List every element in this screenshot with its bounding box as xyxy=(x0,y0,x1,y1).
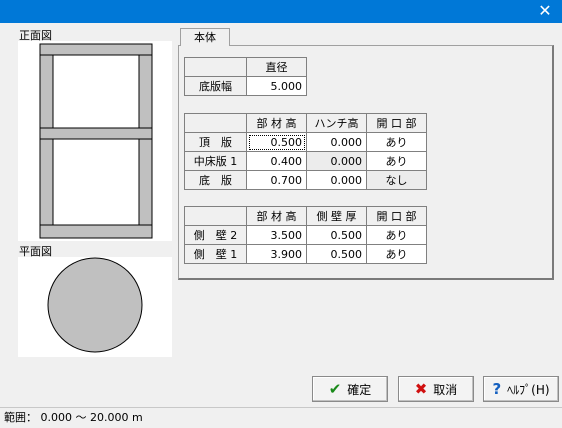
haunch-height-cell[interactable]: 0.000 xyxy=(306,132,367,152)
base-width-table: 直径 底版幅 5.000 xyxy=(184,57,307,96)
plan-view-panel xyxy=(18,257,172,357)
close-icon[interactable]: ✕ xyxy=(536,2,554,20)
table-header-row: 部 材 高 ハンチ高 開 口 部 xyxy=(184,113,427,133)
column-header: 開 口 部 xyxy=(366,206,427,226)
haunch-height-cell[interactable]: 0.000 xyxy=(306,170,367,190)
slab-table: 部 材 高 ハンチ高 開 口 部 頂 版 0.500 0.000 あり 中床版 … xyxy=(184,113,427,190)
member-height-cell[interactable]: 3.500 xyxy=(246,225,307,245)
right-wall-upper xyxy=(138,54,153,129)
table-row: 底 版 0.700 0.000 なし xyxy=(184,170,427,190)
opening-cell[interactable]: あり xyxy=(366,132,427,152)
member-height-cell[interactable]: 0.700 xyxy=(246,170,307,190)
column-header: ハンチ高 xyxy=(306,113,367,133)
cancel-button[interactable]: ✖ 取消 xyxy=(398,376,474,402)
base-width-label: 底版幅 xyxy=(184,76,247,96)
top-slab xyxy=(39,43,153,56)
table-row: 側 壁 1 3.900 0.500 あり xyxy=(184,244,427,264)
confirm-button-label: 確定 xyxy=(347,382,372,397)
question-icon: ? xyxy=(492,379,502,398)
haunch-height-cell[interactable]: 0.000 xyxy=(306,151,367,171)
x-icon: ✖ xyxy=(414,379,428,398)
base-width-value[interactable]: 5.000 xyxy=(246,76,307,96)
plan-view-drawing xyxy=(47,257,143,353)
opening-cell[interactable]: あり xyxy=(366,151,427,171)
middle-slab xyxy=(39,127,153,140)
confirm-button[interactable]: ✔ 確定 xyxy=(312,376,388,402)
front-view-drawing xyxy=(39,43,153,239)
front-view-panel xyxy=(18,41,172,241)
table-header-row: 部 材 高 側 壁 厚 開 口 部 xyxy=(184,206,427,226)
cancel-button-label: 取消 xyxy=(433,382,458,397)
member-height-cell[interactable]: 0.500 xyxy=(246,132,307,152)
member-height-cell[interactable]: 3.900 xyxy=(246,244,307,264)
row-label: 頂 版 xyxy=(184,132,247,152)
help-button[interactable]: ? ﾍﾙﾌﾟ(H) xyxy=(483,376,559,402)
check-icon: ✔ xyxy=(328,379,342,398)
table-row: 頂 版 0.500 0.000 あり xyxy=(184,132,427,152)
opening-cell[interactable]: なし xyxy=(366,170,427,190)
left-wall-upper xyxy=(39,54,54,129)
column-header: 側 壁 厚 xyxy=(306,206,367,226)
title-bar: ✕ xyxy=(0,0,562,23)
table-row: 側 壁 2 3.500 0.500 あり xyxy=(184,225,427,245)
row-label: 側 壁 2 xyxy=(184,225,247,245)
wall-table: 部 材 高 側 壁 厚 開 口 部 側 壁 2 3.500 0.500 あり 側… xyxy=(184,206,427,264)
member-height-cell[interactable]: 0.400 xyxy=(246,151,307,171)
status-bar: 範囲： 0.000 ～ 20.000 m xyxy=(0,407,562,428)
wall-thickness-cell[interactable]: 0.500 xyxy=(306,225,367,245)
left-wall-lower xyxy=(39,138,54,226)
range-status-text: 範囲： 0.000 ～ 20.000 m xyxy=(4,411,143,424)
row-label: 底 版 xyxy=(184,170,247,190)
diameter-header: 直径 xyxy=(246,57,307,77)
row-label: 中床版 1 xyxy=(184,151,247,171)
column-header: 部 材 高 xyxy=(246,113,307,133)
row-label: 側 壁 1 xyxy=(184,244,247,264)
right-wall-lower xyxy=(138,138,153,226)
column-header: 部 材 高 xyxy=(246,206,307,226)
plan-circle xyxy=(47,257,143,353)
column-header: 開 口 部 xyxy=(366,113,427,133)
help-button-label: ﾍﾙﾌﾟ(H) xyxy=(507,382,550,397)
wall-thickness-cell[interactable]: 0.500 xyxy=(306,244,367,264)
opening-cell[interactable]: あり xyxy=(366,225,427,245)
tab-main-body[interactable]: 本体 xyxy=(180,28,230,46)
table-row: 中床版 1 0.400 0.000 あり xyxy=(184,151,427,171)
opening-cell[interactable]: あり xyxy=(366,244,427,264)
bottom-slab xyxy=(39,224,153,239)
